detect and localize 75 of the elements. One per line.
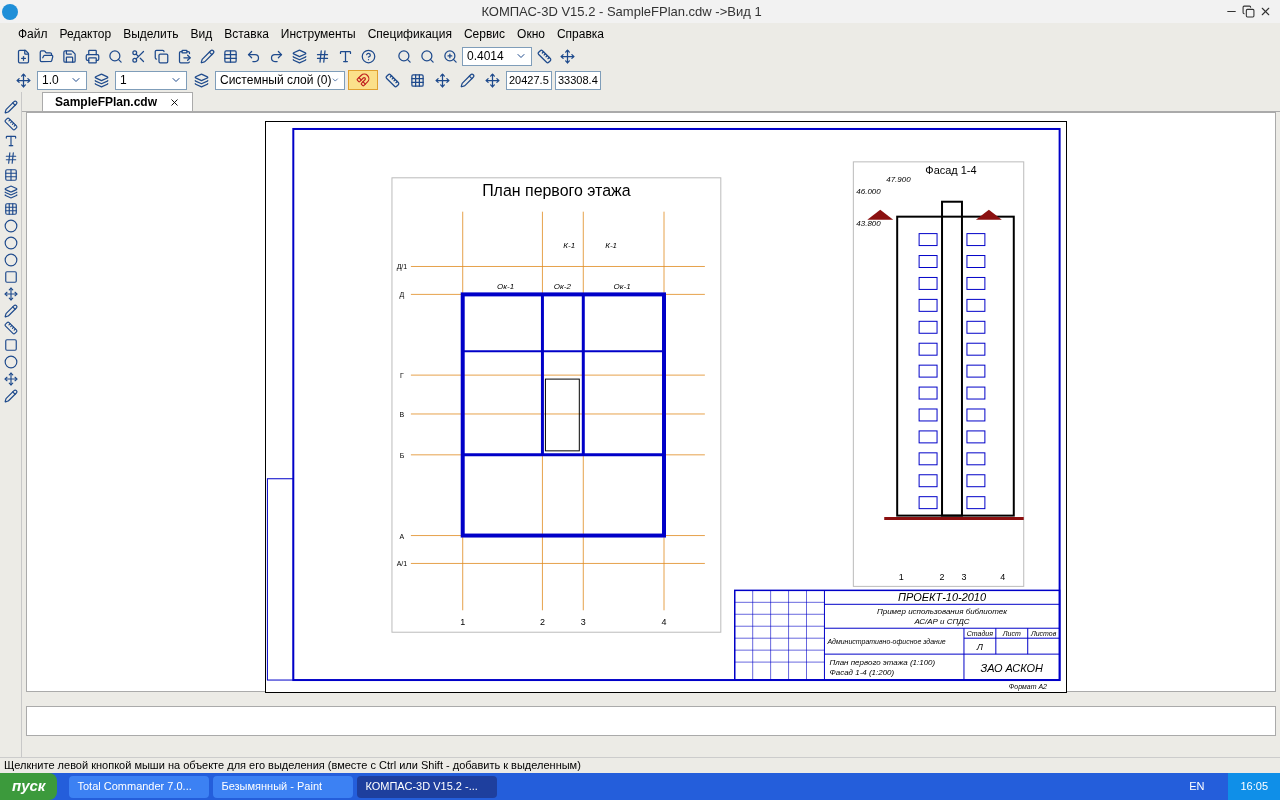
tool-icon[interactable]	[3, 168, 18, 182]
tool-icon[interactable]	[3, 117, 18, 131]
command-field[interactable]	[26, 706, 1276, 736]
axis-label: 1	[898, 572, 904, 583]
tool-icon[interactable]	[3, 219, 18, 233]
plan-title: План первого этажа	[482, 181, 631, 199]
taskbar-task[interactable]: Total Commander 7.0...	[69, 775, 210, 798]
callout-label: К-1	[563, 240, 576, 250]
magnet-icon	[356, 73, 370, 87]
facade-title: Фасад 1-4	[925, 163, 977, 176]
axis-label: 3	[580, 617, 586, 628]
axis-label: 3	[961, 572, 967, 583]
tool-icon[interactable]	[3, 355, 18, 369]
tool-icon[interactable]	[3, 270, 18, 284]
menu-item[interactable]: Файл	[12, 24, 54, 43]
menu-item[interactable]: Спецификация	[361, 24, 458, 43]
sheet-name: План первого этажа (1:100)	[829, 658, 936, 668]
tool-icon[interactable]	[3, 151, 18, 165]
axis-label: 2	[939, 572, 945, 583]
view-field[interactable]: 1	[115, 70, 187, 90]
app-logo-icon	[2, 3, 18, 20]
clock: 16:05	[1240, 779, 1268, 795]
window-mark: Ок-2	[553, 282, 571, 292]
menu-item[interactable]: Выделить	[117, 24, 185, 43]
tool-icon[interactable]	[3, 321, 18, 335]
project-code: ПРОЕКТ-10-2010	[898, 591, 987, 604]
elevation-mark: 46.000	[856, 186, 881, 196]
y-coordinate-field[interactable]: 33308.4	[555, 70, 601, 90]
tool-icon[interactable]	[3, 372, 18, 386]
menu-item[interactable]: Инструменты	[274, 24, 362, 43]
snap-button[interactable]	[348, 70, 378, 90]
taskbar-task[interactable]: КОМПАС-3D V15.2 -...	[357, 775, 498, 798]
tool-icon[interactable]	[3, 134, 18, 148]
window-mark: Ок-1	[613, 282, 631, 292]
elevation-mark: 43.800	[856, 218, 881, 228]
sheet-name: Фасад 1-4 (1:200)	[829, 668, 895, 678]
axis-label: 4	[661, 617, 667, 628]
close-icon	[1259, 5, 1272, 18]
tool-icon[interactable]	[3, 253, 18, 267]
tool-icon[interactable]	[3, 338, 18, 352]
axis-label: 1	[460, 617, 466, 628]
tool-icon[interactable]	[3, 202, 18, 216]
tool-icon[interactable]	[3, 100, 18, 114]
menu-item[interactable]: Редактор	[53, 24, 118, 43]
axis-label: 2	[539, 617, 545, 628]
tool-icon[interactable]	[3, 185, 18, 199]
company-name: ЗАО АСКОН	[980, 662, 1043, 675]
menu-item[interactable]: Сервис	[457, 24, 512, 43]
project-description: Пример использования библиотек	[877, 607, 1008, 617]
menu-item[interactable]: Вид	[184, 24, 219, 43]
language-indicator: EN	[1189, 779, 1205, 795]
x-coordinate-field[interactable]: 20427.5	[506, 70, 552, 90]
tool-icon[interactable]	[3, 236, 18, 250]
tool-icon[interactable]	[3, 287, 18, 301]
close-icon[interactable]	[169, 96, 181, 108]
menu-item[interactable]: Окно	[511, 24, 551, 43]
window-title: КОМПАС-3D V15.2 - SampleFPlan.cdw ->Вид 1	[480, 2, 763, 21]
document-tab[interactable]: SampleFPlan.cdw	[42, 92, 194, 111]
menu-item[interactable]: Вставка	[218, 24, 275, 43]
callout-label: К-1	[605, 240, 617, 250]
axis-label: 4	[1000, 572, 1006, 583]
start-button[interactable]: пуск	[0, 773, 58, 800]
taskbar-task[interactable]: Безымянный - Paint	[213, 775, 354, 798]
status-text: Щелкните левой кнопкой мыши на объекте для его выделения (вместе с Ctrl или Shift - добавить к выделенным)	[4, 758, 581, 774]
step-field[interactable]: 1.0	[37, 70, 87, 90]
tool-icon[interactable]	[3, 304, 18, 318]
menu-item[interactable]: Справка	[550, 24, 610, 43]
tool-icon[interactable]	[3, 389, 18, 403]
layer-field[interactable]: Системный слой (0)	[215, 70, 345, 90]
elevation-mark: 47.900	[886, 174, 911, 184]
restore-icon	[1242, 5, 1255, 18]
project-description: АС/АР и СПДС	[914, 617, 970, 627]
window-mark: Ок-1	[497, 282, 515, 292]
stage-value: Л	[976, 642, 983, 653]
zoom-field[interactable]: 0.4014	[462, 46, 532, 66]
